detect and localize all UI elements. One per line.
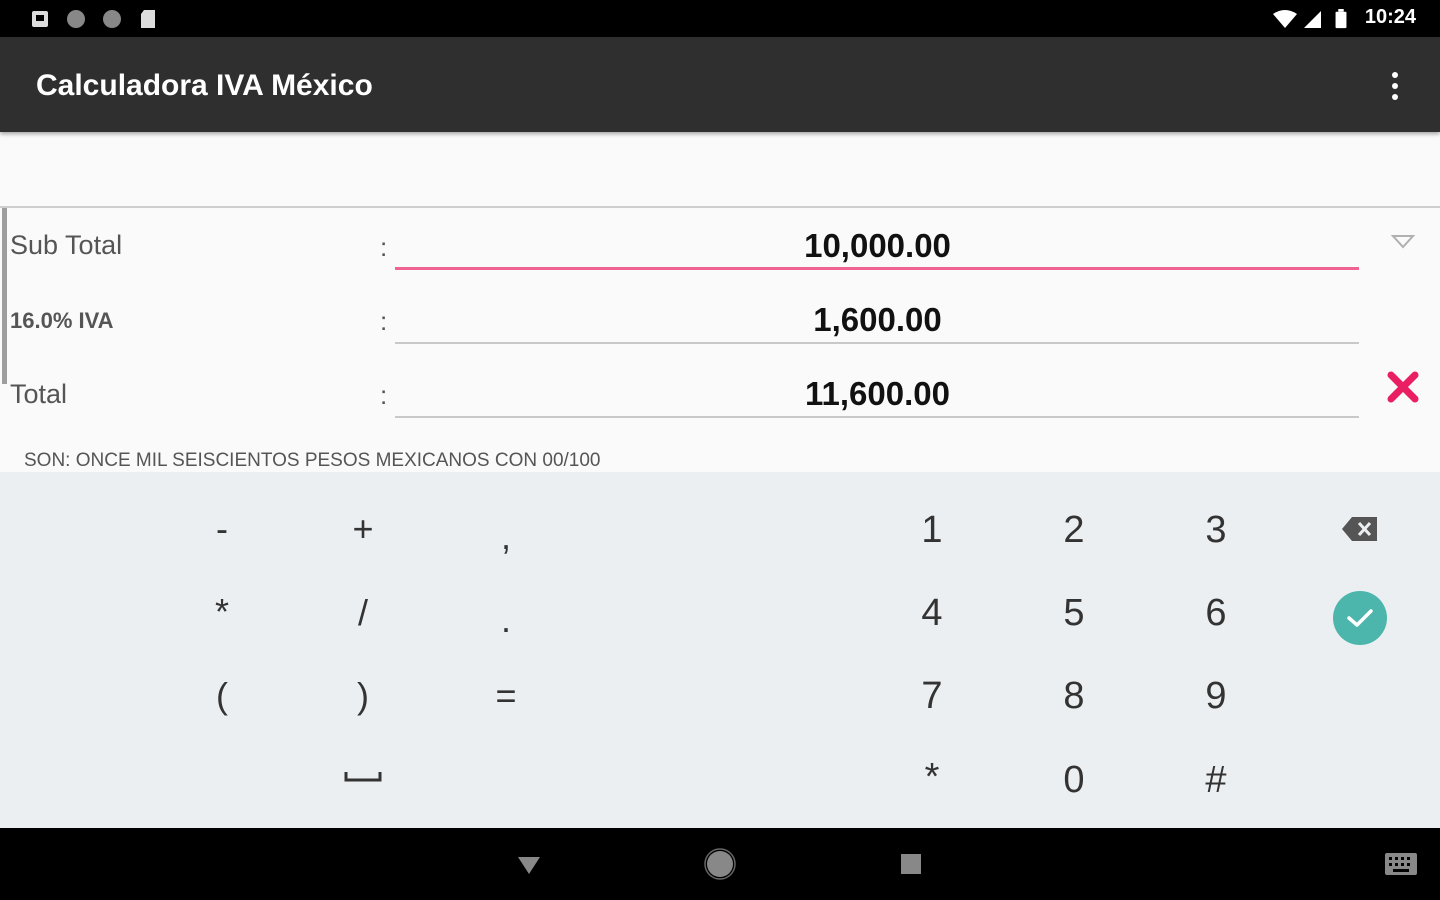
app-bar: Calculadora IVA México	[0, 37, 1440, 132]
key-8[interactable]: 8	[1004, 656, 1144, 736]
iva-label: 16.0% IVA	[10, 308, 114, 333]
key-space[interactable]	[293, 737, 433, 817]
key-5[interactable]: 5	[1004, 573, 1144, 653]
key-comma[interactable]: ,	[436, 497, 576, 577]
sd-card-icon	[141, 10, 155, 28]
check-icon	[1347, 609, 1373, 627]
key-period[interactable]: .	[436, 580, 576, 660]
key-0[interactable]: 0	[1004, 740, 1144, 820]
back-icon[interactable]	[516, 854, 542, 876]
key-4[interactable]: 4	[862, 573, 1002, 653]
backspace-button[interactable]	[1290, 489, 1430, 569]
key-hash[interactable]: #	[1146, 740, 1286, 820]
total-underline	[395, 416, 1359, 418]
total-label: Total	[10, 379, 68, 409]
key-6[interactable]: 6	[1146, 573, 1286, 653]
iva-colon: :	[380, 306, 388, 336]
key-asterisk[interactable]: *	[152, 572, 292, 652]
battery-icon	[1335, 9, 1347, 29]
key-equals[interactable]: =	[436, 656, 576, 736]
iva-input[interactable]: 1,600.00	[395, 301, 1360, 339]
key-minus[interactable]: -	[152, 489, 292, 569]
key-star[interactable]: *	[862, 737, 1002, 817]
notification-icon	[32, 11, 48, 27]
wifi-icon	[1273, 10, 1297, 28]
home-icon[interactable]	[704, 848, 736, 880]
clear-icon[interactable]	[1384, 368, 1422, 406]
amount-in-words: SON: ONCE MIL SEISCIENTOS PESOS MEXICANO…	[24, 450, 601, 471]
recents-icon[interactable]	[900, 853, 922, 875]
navigation-bar	[0, 828, 1440, 900]
confirm-button[interactable]	[1290, 578, 1430, 658]
key-2[interactable]: 2	[1004, 490, 1144, 570]
subtotal-input[interactable]: 10,000.00	[395, 227, 1360, 265]
dropdown-icon[interactable]	[1390, 232, 1416, 252]
scroll-indicator	[2, 208, 7, 384]
key-1[interactable]: 1	[862, 490, 1002, 570]
key-open-paren[interactable]: (	[152, 656, 292, 736]
key-slash[interactable]: /	[293, 573, 433, 653]
circle-icon	[103, 10, 121, 28]
confirm-circle	[1333, 591, 1387, 645]
total-colon: :	[380, 380, 388, 410]
keyboard-icon[interactable]	[1384, 852, 1418, 876]
key-7[interactable]: 7	[862, 656, 1002, 736]
iva-underline	[395, 342, 1359, 344]
subtotal-underline	[395, 267, 1359, 270]
space-bar-icon	[344, 772, 382, 782]
keyboard: - + , * / . ( ) = 1 2 3 4 5 6 7 8 9 * 0 …	[0, 472, 1440, 828]
key-9[interactable]: 9	[1146, 656, 1286, 736]
circle-icon	[67, 10, 85, 28]
key-close-paren[interactable]: )	[293, 656, 433, 736]
status-time: 10:24	[1364, 6, 1416, 28]
subtotal-label: Sub Total	[10, 230, 123, 260]
signal-icon	[1304, 11, 1321, 28]
app-title: Calculadora IVA México	[36, 69, 373, 102]
total-input[interactable]: 11,600.00	[395, 375, 1360, 413]
subtotal-colon: :	[380, 232, 388, 262]
key-plus[interactable]: +	[293, 489, 433, 569]
backspace-icon	[1342, 517, 1377, 541]
more-vert-icon[interactable]	[1380, 67, 1410, 107]
status-bar: 10:24	[0, 0, 1440, 37]
form-divider	[0, 206, 1440, 208]
key-3[interactable]: 3	[1146, 490, 1286, 570]
